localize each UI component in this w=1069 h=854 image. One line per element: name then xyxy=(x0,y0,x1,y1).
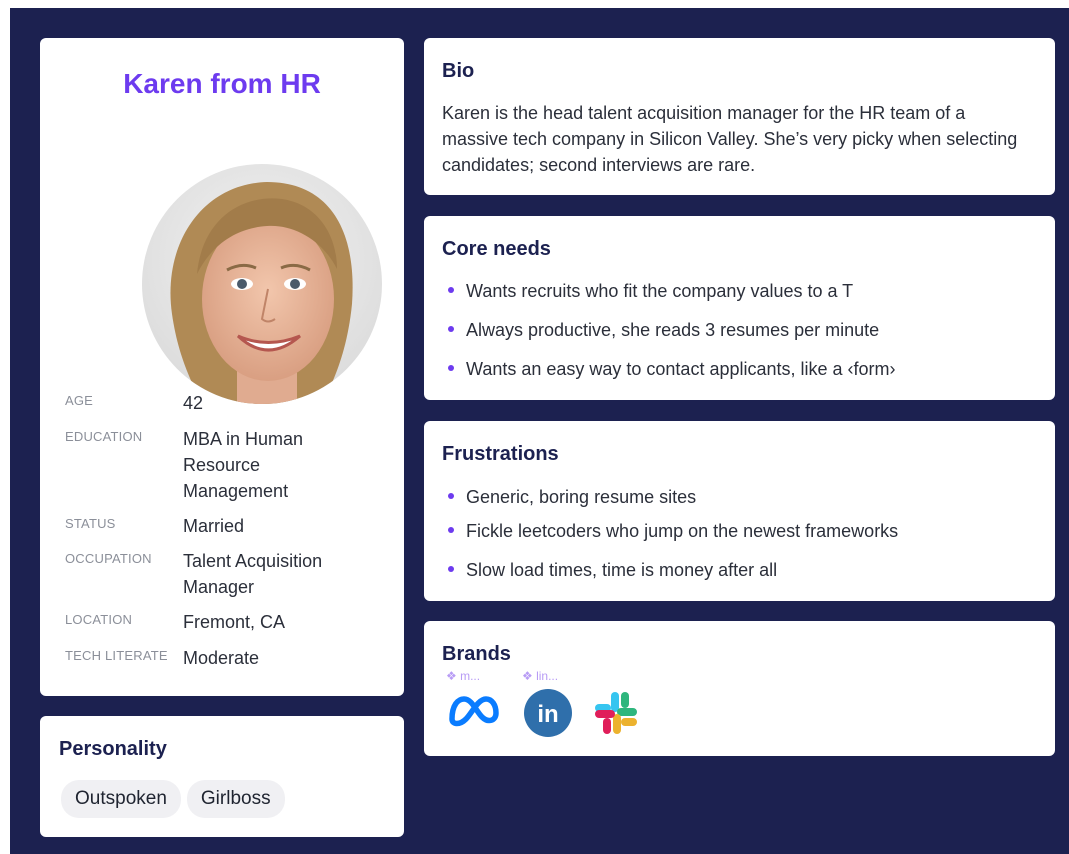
occupation-value: Talent Acquisition Manager xyxy=(183,551,323,597)
core-needs-title: Core needs xyxy=(442,238,551,260)
bullet-icon xyxy=(448,493,454,500)
occupation-label: OCCUPATION xyxy=(65,551,152,566)
meta-icon[interactable] xyxy=(448,695,500,732)
brand-component-tag: ❖ lin... xyxy=(522,669,559,683)
personality-tag: Outspoken xyxy=(61,780,181,818)
age-label: AGE xyxy=(65,393,94,408)
bullet-icon xyxy=(448,566,454,573)
bio-text: Karen is the head talent acquisition man… xyxy=(442,103,1018,175)
frustrations-title: Frustrations xyxy=(442,443,559,465)
avatar xyxy=(142,164,382,404)
brand-component-tag: ❖ m... xyxy=(446,669,481,683)
bullet-icon xyxy=(448,365,454,372)
persona-name: Karen from HR xyxy=(123,68,321,99)
list-item: Wants recruits who fit the company value… xyxy=(448,281,853,302)
list-item: Always productive, she reads 3 resumes p… xyxy=(448,320,879,341)
personality-tag: Girlboss xyxy=(186,780,285,818)
brands-card: Brands ❖ m... ❖ lin... in xyxy=(424,621,1055,756)
slack-icon[interactable] xyxy=(592,689,640,742)
list-item: Generic, boring resume sites xyxy=(448,487,696,508)
list-item: Wants an easy way to contact applicants,… xyxy=(448,359,896,380)
tech-literate-label: TECH LITERATE xyxy=(65,648,168,663)
education-value: MBA in Human Resource Management xyxy=(183,429,304,501)
personality-card: Personality Outspoken Girlboss xyxy=(40,716,404,837)
core-need-text: Wants recruits who fit the company value… xyxy=(466,281,854,301)
list-item: Slow load times, time is money after all xyxy=(448,560,777,581)
bullet-icon xyxy=(448,326,454,333)
frustrations-card: Frustrations Generic, boring resume site… xyxy=(424,421,1055,601)
age-value: 42 xyxy=(183,393,204,413)
bio-card: Bio Karen is the head talent acquisition… xyxy=(424,38,1055,195)
frustration-text: Generic, boring resume sites xyxy=(466,487,697,507)
education-label: EDUCATION xyxy=(65,429,143,444)
linkedin-icon[interactable]: in xyxy=(524,689,572,742)
core-need-text: Wants an easy way to contact applicants,… xyxy=(466,359,896,379)
location-label: LOCATION xyxy=(65,612,133,627)
personality-title: Personality xyxy=(59,738,167,760)
bullet-icon xyxy=(448,527,454,534)
list-item: Fickle leetcoders who jump on the newest… xyxy=(448,521,898,542)
core-need-text: Always productive, she reads 3 resumes p… xyxy=(466,320,880,340)
bio-title: Bio xyxy=(442,60,475,82)
location-value: Fremont, CA xyxy=(183,612,286,632)
profile-card: Karen from HR AGE 42 EDUCATION MBA in Hu… xyxy=(40,38,404,696)
bullet-icon xyxy=(448,287,454,294)
tech-literate-value: Moderate xyxy=(183,648,260,668)
core-needs-card: Core needs Wants recruits who fit the co… xyxy=(424,216,1055,400)
frustration-text: Slow load times, time is money after all xyxy=(466,560,778,580)
status-value: Married xyxy=(183,516,245,536)
status-label: STATUS xyxy=(65,516,116,531)
frustration-text: Fickle leetcoders who jump on the newest… xyxy=(466,521,899,541)
brands-title: Brands xyxy=(442,643,511,665)
svg-text:in: in xyxy=(537,701,558,728)
